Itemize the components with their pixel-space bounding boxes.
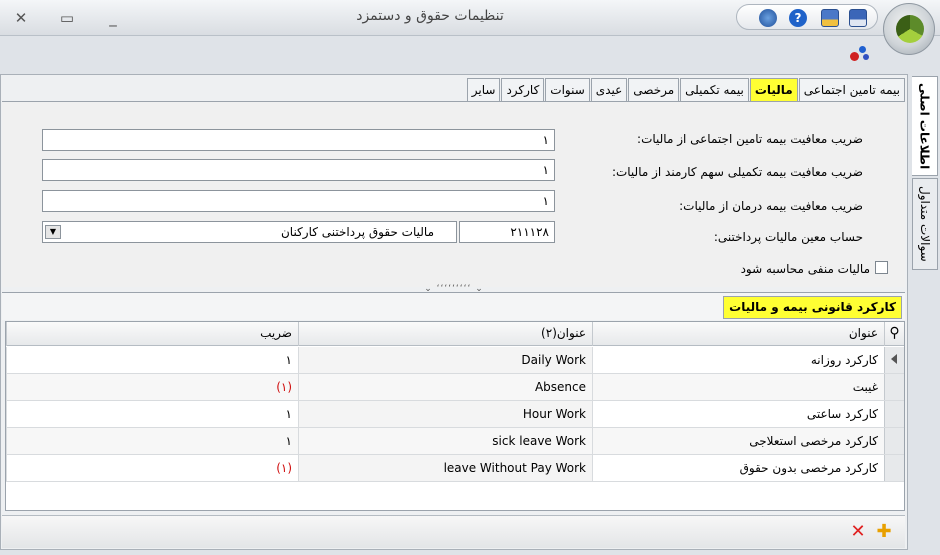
cell-title: غیبت (592, 374, 884, 400)
minimize-icon[interactable]: _ (104, 9, 122, 27)
tab-work[interactable]: کارکرد (501, 78, 545, 102)
side-tabs: اطلاعات اصلی سوالات متداول (910, 74, 940, 550)
cell-title2: Absence (298, 374, 592, 400)
cell-title: کارکرد مرخصی بدون حقوق (592, 455, 884, 481)
tab-leave[interactable]: مرخصی (628, 78, 680, 102)
cell-title: کارکرد مرخصی استعلاجی (592, 428, 884, 454)
table-row[interactable]: ۱ Hour Work کارکرد ساعتی (6, 401, 904, 428)
table-row[interactable]: (۱) leave Without Pay Work کارکرد مرخصی … (6, 455, 904, 482)
app-logo-icon (896, 15, 924, 43)
section-title: کارکرد قانونی بیمه و مالیات (723, 296, 902, 319)
chevron-down-icon[interactable]: ▼ (45, 225, 61, 239)
row-indicator (884, 401, 904, 427)
cell-title2: leave Without Pay Work (298, 455, 592, 481)
supplementary-field[interactable]: ۱ (42, 159, 555, 181)
colored-dots-icon[interactable] (848, 42, 872, 64)
column-header-coef[interactable]: ضریب (6, 322, 298, 346)
tab-severance[interactable]: سنوات (545, 78, 590, 102)
account-name-value: مالیات حقوق پرداختنی کارکنان (280, 225, 434, 239)
tab-social-insurance[interactable]: بیمه تامین اجتماعی (798, 78, 905, 102)
work-grid: ضریب عنوان(۲) عنوان ⚲ ۱ Daily Work کارکر… (5, 321, 905, 511)
tab-bonus[interactable]: عیدی (590, 78, 628, 102)
app-orb-button[interactable] (883, 3, 935, 55)
table-row[interactable]: ۱ Daily Work کارکرد روزانه (6, 347, 904, 374)
title-bar: ✕ ▭ _ تنظیمات حقوق و دستمزد ? (0, 0, 940, 36)
cell-coef: (۱) (6, 455, 298, 481)
social-insurance-label: ضریب معافیت بیمه تامین اجتماعی از مالیات… (637, 132, 863, 146)
side-tab-faq[interactable]: سوالات متداول (912, 178, 938, 270)
table-row[interactable]: (۱) Absence غیبت (6, 374, 904, 401)
account-name-combo[interactable]: مالیات حقوق پرداختنی کارکنان ▼ (42, 221, 457, 243)
row-indicator (884, 455, 904, 481)
cell-coef: (۱) (6, 374, 298, 400)
table-row[interactable]: ۱ sick leave Work کارکرد مرخصی استعلاجی (6, 428, 904, 455)
supplementary-label: ضریب معافیت بیمه تکمیلی سهم کارمند از ما… (611, 165, 863, 179)
medical-field[interactable]: ۱ (42, 190, 555, 212)
cell-coef: ۱ (6, 347, 298, 373)
add-icon[interactable]: ✚ (874, 522, 894, 542)
grid-action-bar: ✚ ✕ (2, 515, 905, 548)
negative-tax-label: مالیات منفی محاسبه شود (740, 262, 870, 276)
window-title: تنظیمات حقوق و دستمزد (356, 8, 504, 24)
tab-supplementary-insurance[interactable]: بیمه تکمیلی (680, 78, 749, 102)
account-label: حساب معین مالیات پرداختنی: (713, 230, 863, 244)
cell-title: کارکرد ساعتی (592, 401, 884, 427)
cell-title2: Daily Work (298, 347, 592, 373)
negative-tax-checkbox[interactable] (875, 261, 888, 274)
column-header-title[interactable]: عنوان (592, 322, 884, 346)
cell-title2: sick leave Work (298, 428, 592, 454)
column-header-title2[interactable]: عنوان(۲) (298, 322, 592, 346)
row-indicator-icon (884, 347, 904, 373)
medical-label: ضریب معافیت بیمه درمان از مالیات: (679, 199, 863, 213)
tab-tax[interactable]: مالیات (749, 78, 798, 102)
panel-splitter[interactable]: ⌄ ʻʻʻʻʻʻʻʻʻ ⌄ (414, 284, 494, 294)
grid-header: ضریب عنوان(۲) عنوان ⚲ (6, 322, 904, 346)
restore-icon[interactable]: ▭ (58, 9, 76, 27)
save-as-icon[interactable] (821, 9, 839, 27)
account-code-field[interactable]: ۲۱۱۱۲۸ (459, 221, 555, 243)
tab-strip: بیمه تامین اجتماعی مالیات بیمه تکمیلی مر… (444, 78, 905, 102)
cell-coef: ۱ (6, 401, 298, 427)
row-indicator (884, 374, 904, 400)
search-icon[interactable]: ⚲ (884, 322, 904, 346)
help-icon[interactable]: ? (789, 9, 807, 27)
section-bar: کارکرد قانونی بیمه و مالیات (2, 292, 905, 320)
quick-access-toolbar: ? (736, 4, 878, 30)
save-icon[interactable] (849, 9, 867, 27)
delete-icon[interactable]: ✕ (848, 522, 868, 542)
options-icon[interactable] (759, 9, 777, 27)
cell-title2: Hour Work (298, 401, 592, 427)
tab-other[interactable]: سایر (466, 78, 501, 102)
side-tab-main-info[interactable]: اطلاعات اصلی (912, 76, 938, 176)
tax-tab-panel: ضریب معافیت بیمه تامین اجتماعی از مالیات… (2, 101, 905, 287)
cell-title: کارکرد روزانه (592, 347, 884, 373)
cell-coef: ۱ (6, 428, 298, 454)
social-insurance-field[interactable]: ۱ (42, 129, 555, 151)
row-indicator (884, 428, 904, 454)
close-icon[interactable]: ✕ (12, 9, 30, 27)
